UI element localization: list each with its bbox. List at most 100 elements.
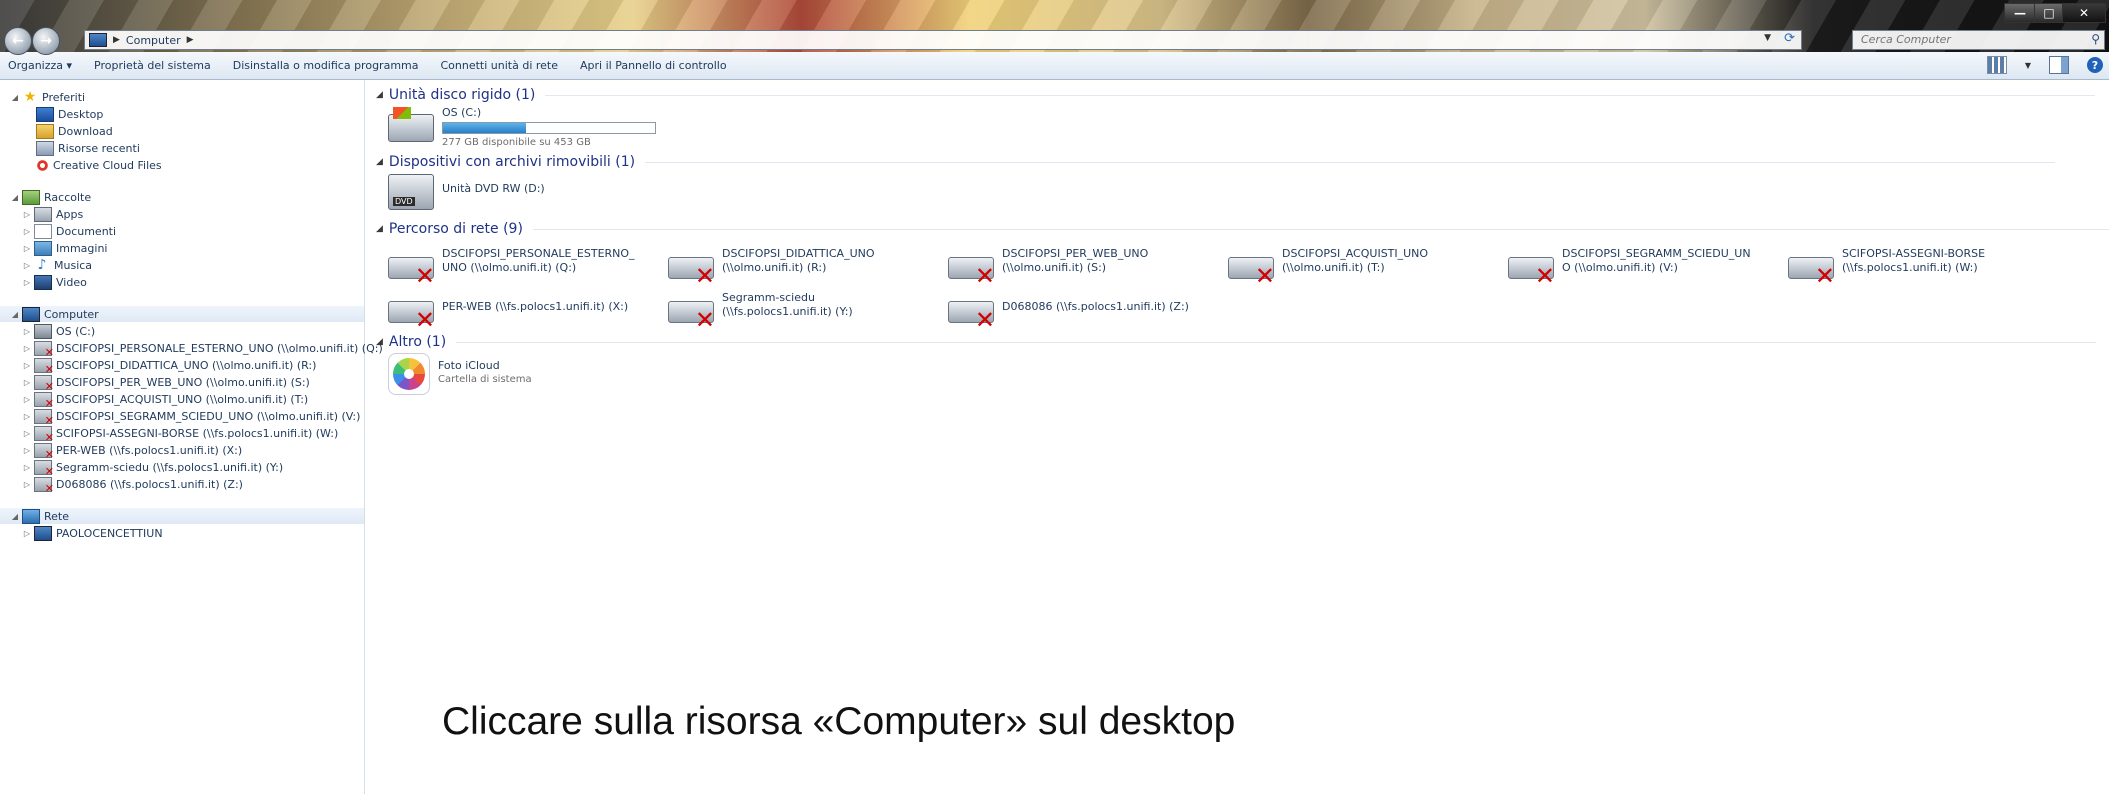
group-header-removable[interactable]: ◢ Dispositivi con archivi rimovibili (1) [376, 153, 2056, 171]
nav-drive-r[interactable]: ▷ DSCIFOPSI_DIDATTICA_UNO (\\olmo.unifi.i… [22, 357, 316, 376]
icloud-photos-icon [388, 353, 430, 395]
nav-video[interactable]: ▷ Video [22, 274, 87, 290]
icloud-photos-item[interactable]: Foto iCloud Cartella di sistema [388, 353, 532, 395]
nav-favorites[interactable]: ◢ ★ Preferiti [10, 89, 85, 105]
preview-pane-icon[interactable] [2049, 56, 2069, 74]
change-view-icon[interactable] [1986, 56, 2007, 74]
close-button[interactable]: ✕ [2062, 3, 2106, 23]
drive-path: (\\olmo.unifi.it) (S:) [1002, 261, 1107, 274]
collapse-arrow-icon[interactable]: ◢ [376, 224, 383, 234]
network-drive-item[interactable]: DSCIFOPSI_PER_WEB_UNO(\\olmo.unifi.it) (… [948, 247, 1148, 288]
network-drive-item[interactable]: DSCIFOPSI_DIDATTICA_UNO(\\olmo.unifi.it)… [668, 247, 875, 288]
dvd-drive-item[interactable]: Unità DVD RW (D:) [388, 174, 545, 210]
network-drive-item[interactable]: DSCIFOPSI_PERSONALE_ESTERNO_UNO (\\olmo.… [388, 247, 635, 288]
group-header-hdd[interactable]: ◢ Unità disco rigido (1) [376, 86, 2096, 104]
nav-drive-v[interactable]: ▷ DSCIFOPSI_SEGRAMM_SCIEDU_UNO (\\olmo.un… [22, 408, 361, 427]
collapse-arrow-icon[interactable]: ◢ [10, 93, 20, 102]
expand-arrow-icon[interactable]: ▷ [22, 412, 32, 421]
collapse-arrow-icon[interactable]: ◢ [10, 310, 20, 319]
expand-arrow-icon[interactable]: ▷ [22, 261, 32, 270]
collapse-arrow-icon[interactable]: ◢ [376, 90, 383, 100]
nav-drive-t[interactable]: ▷ DSCIFOPSI_ACQUISTI_UNO (\\olmo.unifi.it… [22, 391, 308, 410]
expand-arrow-icon[interactable]: ▷ [22, 378, 32, 387]
collapse-arrow-icon[interactable]: ◢ [10, 193, 20, 202]
nav-pictures[interactable]: ▷ Immagini [22, 240, 107, 256]
nav-drive-w[interactable]: ▷ SCIFOPSI-ASSEGNI-BORSE (\\fs.polocs1.un… [22, 425, 338, 444]
nav-recent[interactable]: Risorse recenti [34, 140, 140, 156]
expand-arrow-icon[interactable]: ▷ [22, 344, 32, 353]
network-drive-item[interactable]: D068086 (\\fs.polocs1.unifi.it) (Z:) [948, 291, 1189, 332]
help-icon[interactable]: ? [2087, 57, 2103, 73]
expand-arrow-icon[interactable]: ▷ [22, 361, 32, 370]
forward-button[interactable]: → [32, 27, 60, 55]
back-button[interactable]: ← [4, 27, 32, 55]
group-divider [456, 341, 2097, 343]
history-dropdown-icon[interactable]: ▼ [1764, 33, 1771, 43]
nav-label: PER-WEB (\\fs.polocs1.unifi.it) (X:) [56, 443, 243, 457]
nav-drive-c[interactable]: ▷ OS (C:) [22, 323, 95, 339]
expand-arrow-icon[interactable]: ▷ [22, 463, 32, 472]
nav-desktop[interactable]: Desktop [34, 106, 103, 122]
breadcrumb-arrow-icon[interactable]: ▶ [187, 35, 194, 45]
group-header-network[interactable]: ◢ Percorso di rete (9) [376, 220, 2109, 238]
expand-arrow-icon[interactable]: ▷ [22, 395, 32, 404]
network-drive-item[interactable]: Segramm-sciedu(\\fs.polocs1.unifi.it) (Y… [668, 291, 853, 332]
nav-download[interactable]: Download [34, 123, 113, 139]
collapse-arrow-icon[interactable]: ◢ [10, 512, 20, 521]
expand-arrow-icon[interactable]: ▷ [22, 327, 32, 336]
network-drive-item[interactable]: PER-WEB (\\fs.polocs1.unifi.it) (X:) [388, 291, 629, 332]
nav-drive-y[interactable]: ▷ Segramm-sciedu (\\fs.polocs1.unifi.it) … [22, 459, 283, 478]
expand-arrow-icon[interactable]: ▷ [22, 529, 32, 538]
nav-drive-s[interactable]: ▷ DSCIFOPSI_PER_WEB_UNO (\\olmo.unifi.it)… [22, 374, 310, 393]
view-dropdown-icon[interactable]: ▼ [2025, 61, 2031, 70]
expand-arrow-icon[interactable]: ▷ [22, 429, 32, 438]
expand-arrow-icon[interactable]: ▷ [22, 446, 32, 455]
nav-libraries[interactable]: ◢ Raccolte [10, 189, 91, 205]
system-properties-button[interactable]: Proprietà del sistema [83, 59, 222, 72]
group-header-other[interactable]: ◢ Altro (1) [376, 333, 2097, 351]
open-control-panel-button[interactable]: Apri il Pannello di controllo [569, 59, 738, 72]
drive-path: O (\\olmo.unifi.it) (V:) [1562, 261, 1678, 274]
nav-label: DSCIFOPSI_SEGRAMM_SCIEDU_UNO (\\olmo.uni… [56, 409, 361, 423]
expand-arrow-icon[interactable]: ▷ [22, 210, 32, 219]
map-network-drive-button[interactable]: Connetti unità di rete [430, 59, 570, 72]
nav-network-pc[interactable]: ▷ PAOLOCENCETTIUN [22, 525, 163, 541]
network-drive-item[interactable]: SCIFOPSI-ASSEGNI-BORSE(\\fs.polocs1.unif… [1788, 247, 1985, 288]
refresh-icon[interactable]: ⟳ [1784, 31, 1795, 46]
breadcrumb-computer[interactable]: Computer [126, 34, 181, 47]
drive-c-item[interactable]: OS (C:) 277 GB disponibile su 453 GB [388, 106, 656, 150]
expand-arrow-icon[interactable]: ▷ [22, 480, 32, 489]
nav-label: Computer [44, 307, 99, 321]
drive-name: Unità DVD RW (D:) [442, 182, 545, 195]
uninstall-program-button[interactable]: Disinstalla o modifica programma [222, 59, 430, 72]
maximize-button[interactable]: □ [2034, 3, 2064, 23]
nav-label: Apps [56, 207, 84, 221]
search-box[interactable]: ⚲ [1852, 30, 2105, 50]
recent-places-icon [36, 140, 54, 156]
collapse-arrow-icon[interactable]: ◢ [376, 157, 383, 167]
search-input[interactable] [1853, 31, 2071, 47]
address-bar[interactable]: ▶ Computer ▶ ▼ ⟳ [84, 30, 1802, 50]
nav-music[interactable]: ▷ ♪ Musica [22, 257, 92, 273]
collapse-arrow-icon[interactable]: ◢ [376, 337, 383, 347]
expand-arrow-icon[interactable]: ▷ [22, 278, 32, 287]
nav-documents[interactable]: ▷ Documenti [22, 223, 116, 239]
expand-arrow-icon[interactable]: ▷ [22, 244, 32, 253]
nav-creative-cloud[interactable]: Creative Cloud Files [34, 157, 162, 173]
nav-network[interactable]: ◢ Rete [10, 508, 69, 524]
expand-arrow-icon[interactable]: ▷ [22, 227, 32, 236]
disconnected-network-drive-icon [34, 374, 54, 393]
minimize-button[interactable]: — [2004, 3, 2036, 23]
network-drive-item[interactable]: DSCIFOPSI_ACQUISTI_UNO(\\olmo.unifi.it) … [1228, 247, 1428, 288]
organize-menu[interactable]: Organizza ▾ [0, 59, 83, 72]
search-icon[interactable]: ⚲ [2091, 32, 2100, 46]
nav-drive-q[interactable]: ▷ DSCIFOPSI_PERSONALE_ESTERNO_UNO (\\olmo… [22, 340, 383, 359]
nav-apps[interactable]: ▷ Apps [22, 206, 83, 222]
nav-drive-z[interactable]: ▷ D068086 (\\fs.polocs1.unifi.it) (Z:) [22, 476, 243, 495]
nav-drive-x[interactable]: ▷ PER-WEB (\\fs.polocs1.unifi.it) (X:) [22, 442, 243, 461]
nav-computer[interactable]: ◢ Computer [10, 306, 99, 322]
disconnected-network-drive-icon [34, 459, 54, 478]
network-drive-item[interactable]: DSCIFOPSI_SEGRAMM_SCIEDU_UNO (\\olmo.uni… [1508, 247, 1751, 288]
drive-name: PER-WEB (\\fs.polocs1.unifi.it) (X:) [442, 300, 629, 313]
breadcrumb-arrow-icon[interactable]: ▶ [113, 35, 120, 45]
